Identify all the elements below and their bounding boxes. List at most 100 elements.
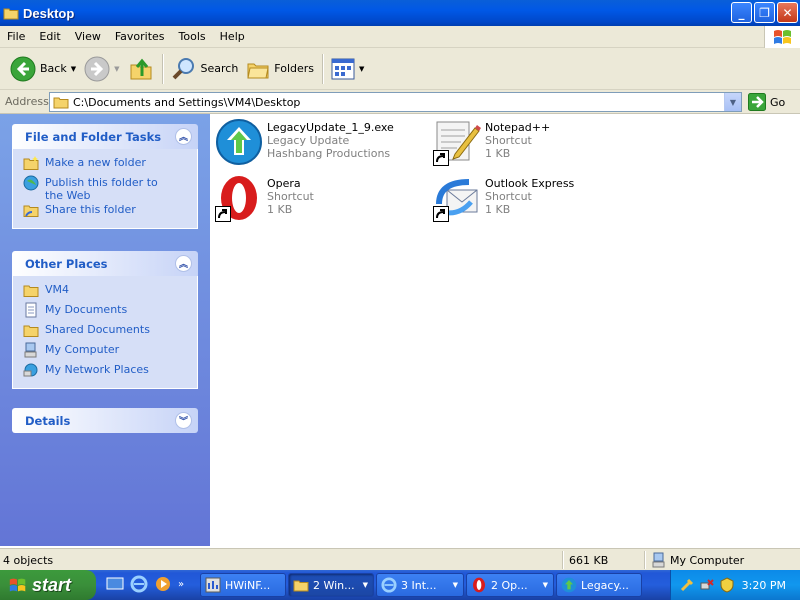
task-windows-explorer[interactable]: 2 Win... ▼ [288,573,374,597]
task-hwinfo[interactable]: HWiNF... [200,573,286,597]
opera-icon [215,174,263,222]
close-icon: ✕ [782,5,793,20]
shortcut-arrow-icon [433,150,449,166]
task-opera[interactable]: 2 Op... ▼ [466,573,554,597]
hwinfo-icon [205,577,221,593]
views-button[interactable]: ▼ [327,52,368,86]
address-input[interactable]: C:\Documents and Settings\VM4\Desktop ▼ [49,92,742,112]
search-button[interactable]: Search [167,52,243,86]
details-panel: Details ︾ [12,408,198,433]
window-title: Desktop [23,5,75,21]
file-list[interactable]: LegacyUpdate_1_9.exe Legacy Update Hashb… [210,114,800,546]
task-group-dropdown-icon: ▼ [542,581,548,589]
back-dropdown-icon[interactable]: ▼ [71,65,76,73]
minimize-button[interactable]: _ [731,2,752,23]
details-header[interactable]: Details ︾ [12,408,198,433]
task-pane: File and Folder Tasks ︽ Make a new folde… [0,114,210,546]
windows-logo-icon [764,26,800,48]
clock[interactable]: 3:20 PM [742,579,786,592]
place-vm4-link[interactable]: VM4 [23,282,197,302]
go-label: Go [770,95,786,109]
start-label: start [32,574,72,595]
show-desktop-icon[interactable] [106,575,124,593]
tray-network-icon[interactable] [699,577,715,593]
collapse-icon[interactable]: ︽ [175,128,192,145]
outlook-express-icon [433,174,481,222]
status-location: My Computer [648,549,798,571]
folder-icon [3,8,19,20]
task-internet-explorer[interactable]: 3 Int... ▼ [376,573,464,597]
menu-edit[interactable]: Edit [32,26,67,48]
menu-tools[interactable]: Tools [172,26,213,48]
share-folder-link[interactable]: Share this folder [23,202,197,222]
menu-favorites[interactable]: Favorites [108,26,172,48]
status-object-count: 4 objects [3,553,54,567]
views-dropdown-icon[interactable]: ▼ [359,65,364,73]
windows-logo-icon [9,578,26,592]
place-my-documents-link[interactable]: My Documents [23,302,197,322]
task-group-dropdown-icon: ▼ [452,581,458,589]
file-item-outlook-express[interactable]: Outlook Express Shortcut 1 KB [433,174,643,226]
folders-button[interactable]: Folders [242,52,318,86]
folder-icon [293,580,309,592]
address-dropdown-button[interactable]: ▼ [724,93,741,111]
address-label: Address [5,95,49,108]
toolbar: Back ▼ ▼ Search Folders ▼ [0,48,800,90]
shortcut-arrow-icon [433,206,449,222]
task-legacy-update[interactable]: Legacy... [556,573,642,597]
status-bar: 4 objects 661 KB My Computer [0,548,800,570]
up-folder-button[interactable] [124,52,158,86]
menu-file[interactable]: File [0,26,32,48]
publish-folder-link[interactable]: Publish this folder to the Web [23,175,197,202]
legacy-update-icon [561,577,577,593]
my-documents-icon [25,302,37,318]
forward-dropdown-icon[interactable]: ▼ [114,65,119,73]
file-folder-tasks-header[interactable]: File and Folder Tasks ︽ [12,124,198,149]
opera-icon [473,577,485,593]
place-my-network-places-link[interactable]: My Network Places [23,362,197,382]
file-item-legacyupdate[interactable]: LegacyUpdate_1_9.exe Legacy Update Hashb… [215,118,425,170]
my-computer-icon [652,552,665,568]
collapse-icon[interactable]: ︽ [175,255,192,272]
system-tray: 3:20 PM [670,570,800,600]
back-button[interactable]: Back ▼ [6,52,80,86]
quick-launch: » [106,575,184,593]
file-item-opera[interactable]: Opera Shortcut 1 KB [215,174,425,226]
quick-launch-overflow-icon[interactable]: » [178,579,184,590]
forward-arrow-icon [84,56,110,81]
place-my-computer-link[interactable]: My Computer [23,342,197,362]
media-player-icon[interactable] [154,575,172,593]
search-label: Search [200,62,239,75]
other-places-header[interactable]: Other Places ︽ [12,251,198,276]
shared-folder-icon [23,325,39,337]
place-shared-documents-link[interactable]: Shared Documents [23,322,197,342]
go-button[interactable]: Go [748,92,785,112]
taskbar: start » HWiNF... 2 Win... ▼ 3 Int... ▼ 2… [0,570,800,600]
chevron-down-icon: ▼ [729,97,737,107]
expand-icon[interactable]: ︾ [175,412,192,429]
panel-title: File and Folder Tasks [25,129,162,144]
views-icon [331,58,355,79]
back-label: Back [40,62,67,75]
folders-icon [247,63,269,78]
title-bar[interactable]: Desktop _ ❐ ✕ [0,0,800,26]
status-divider [644,551,645,569]
file-item-notepad-plus-plus[interactable]: Notepad++ Shortcut 1 KB [433,118,643,170]
menu-view[interactable]: View [68,26,108,48]
toolbar-separator [322,53,324,84]
tray-tools-icon[interactable] [679,577,695,593]
make-new-folder-link[interactable]: Make a new folder [23,155,197,175]
ie-icon[interactable] [130,575,148,593]
forward-button[interactable]: ▼ [80,52,123,86]
go-arrow-icon [748,93,766,111]
legacy-update-icon [215,118,263,166]
start-button[interactable]: start [0,570,96,600]
restore-icon: ❐ [759,5,770,20]
new-folder-icon [23,156,39,170]
tray-security-icon[interactable] [719,577,735,593]
menu-help[interactable]: Help [213,26,252,48]
maximize-button[interactable]: ❐ [754,2,775,23]
toolbar-separator [161,53,163,84]
folder-icon [23,285,39,297]
close-button[interactable]: ✕ [777,2,798,23]
